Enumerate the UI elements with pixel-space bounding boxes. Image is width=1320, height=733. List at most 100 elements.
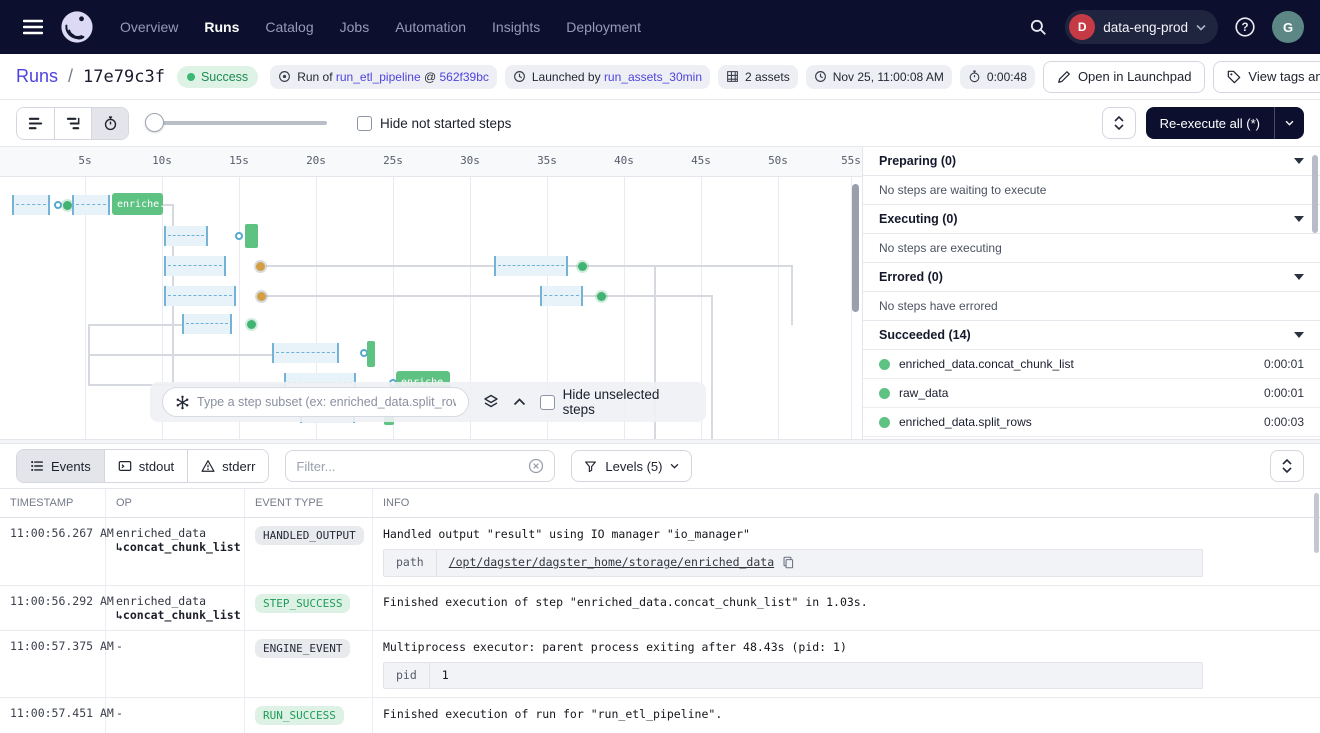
step-success-dot-icon xyxy=(879,359,890,370)
gantt-step-bar[interactable] xyxy=(367,341,375,367)
metadata-value-link[interactable]: /opt/dagster/dagster_home/storage/enrich… xyxy=(449,554,774,571)
hide-not-started-checkbox[interactable] xyxy=(357,116,372,131)
gantt-start-marker[interactable] xyxy=(54,201,62,209)
reexecute-caret-button[interactable] xyxy=(1274,107,1304,139)
gantt-waiting-box[interactable] xyxy=(164,256,226,276)
stderr-icon xyxy=(201,459,215,473)
hamburger-menu-icon[interactable] xyxy=(16,10,50,44)
tab-stdout[interactable]: stdout xyxy=(104,450,187,482)
nav-item-jobs[interactable]: Jobs xyxy=(340,19,370,35)
tag-link[interactable]: 562f39bc xyxy=(439,70,488,84)
tab-stderr[interactable]: stderr xyxy=(187,450,268,482)
steps-panel-scrollbar[interactable] xyxy=(1312,155,1318,233)
gantt-scrollbar[interactable] xyxy=(852,184,859,312)
gantt-waiting-box[interactable] xyxy=(540,286,583,306)
step-row[interactable]: enriched_data.concat_chunk_list0:00:01 xyxy=(863,350,1320,379)
panel-resize-button[interactable] xyxy=(1102,107,1136,139)
event-row[interactable]: 11:00:57.375 AM-ENGINE_EVENTMultiprocess… xyxy=(0,631,1320,699)
gantt-step-bar-labeled[interactable]: enriche. xyxy=(112,193,163,215)
event-row[interactable]: 11:00:57.451 AM-RUN_SUCCESSFinished exec… xyxy=(0,698,1320,733)
section-collapse-caret-icon[interactable] xyxy=(1294,274,1304,280)
dagster-logo[interactable] xyxy=(60,10,94,44)
step-row[interactable]: enriched_data.process_chunk [1]0:00:01 xyxy=(863,437,1320,439)
breadcrumb-runs-link[interactable]: Runs xyxy=(16,66,58,87)
section-collapse-caret-icon[interactable] xyxy=(1294,216,1304,222)
chevron-down-icon xyxy=(1285,120,1294,126)
gantt-output-marker[interactable] xyxy=(256,262,265,271)
gantt-waiting-box[interactable] xyxy=(494,256,568,276)
hide-unselected-checkbox[interactable] xyxy=(540,395,555,410)
tag-link[interactable]: run_assets_30min xyxy=(604,70,702,84)
nav-item-automation[interactable]: Automation xyxy=(395,19,466,35)
gantt-success-marker[interactable] xyxy=(63,201,72,210)
step-name: enriched_data.concat_chunk_list xyxy=(899,357,1074,371)
nav-item-overview[interactable]: Overview xyxy=(120,19,178,35)
event-type-cell: RUN_SUCCESS xyxy=(245,698,373,733)
step-row[interactable]: enriched_data.split_rows0:00:03 xyxy=(863,408,1320,437)
gantt-step-bar[interactable] xyxy=(245,224,258,248)
gantt-start-marker[interactable] xyxy=(235,232,243,240)
log-panel-resize-button[interactable] xyxy=(1270,450,1304,482)
run-id: 17e79c3f xyxy=(83,67,165,87)
section-collapse-caret-icon[interactable] xyxy=(1294,332,1304,338)
reexecute-all-label[interactable]: Re-execute all (*) xyxy=(1146,107,1274,139)
steps-section-empty: No steps are waiting to execute xyxy=(863,176,1320,205)
steps-section-header[interactable]: Preparing (0) xyxy=(863,147,1320,176)
steps-section-header[interactable]: Executing (0) xyxy=(863,205,1320,234)
steps-section-header[interactable]: Succeeded (14) xyxy=(863,321,1320,350)
layout-timed-icon[interactable] xyxy=(91,108,128,139)
view-tags-config-button[interactable]: View tags and config xyxy=(1213,61,1320,93)
copy-icon[interactable] xyxy=(782,556,795,569)
event-type-badge: RUN_SUCCESS xyxy=(255,706,344,725)
tag-link[interactable]: run_etl_pipeline xyxy=(336,70,421,84)
nav-item-insights[interactable]: Insights xyxy=(492,19,540,35)
clear-filter-icon[interactable] xyxy=(528,458,544,474)
nav-item-runs[interactable]: Runs xyxy=(204,19,239,35)
gantt-waiting-box[interactable] xyxy=(164,286,236,306)
search-icon[interactable] xyxy=(1021,10,1055,44)
event-row[interactable]: 11:00:56.292 AMenriched_data↳concat_chun… xyxy=(0,586,1320,631)
gantt-success-marker[interactable] xyxy=(247,320,256,329)
step-row[interactable]: raw_data0:00:01 xyxy=(863,379,1320,408)
event-timestamp: 11:00:57.375 AM xyxy=(0,631,106,698)
layout-flat-icon[interactable] xyxy=(17,108,54,139)
zoom-slider[interactable] xyxy=(147,121,327,125)
section-collapse-caret-icon[interactable] xyxy=(1294,158,1304,164)
gantt-waiting-box[interactable] xyxy=(12,195,50,215)
event-info: Handled output "result" using IO manager… xyxy=(373,518,1320,585)
zoom-slider-knob[interactable] xyxy=(145,113,164,132)
svg-text:?: ? xyxy=(1241,22,1248,34)
nav-item-deployment[interactable]: Deployment xyxy=(566,19,641,35)
gantt-success-marker[interactable] xyxy=(578,262,587,271)
levels-dropdown[interactable]: Levels (5) xyxy=(571,450,692,482)
gantt-waiting-box[interactable] xyxy=(182,314,232,334)
layers-icon[interactable] xyxy=(483,394,499,410)
step-subset-input[interactable] xyxy=(197,395,456,409)
gantt-waiting-box[interactable] xyxy=(272,343,339,363)
reexecute-all-button[interactable]: Re-execute all (*) xyxy=(1146,107,1304,139)
event-row[interactable]: 11:00:56.267 AMenriched_data↳concat_chun… xyxy=(0,518,1320,586)
event-log-scrollbar[interactable] xyxy=(1314,493,1319,553)
step-name: raw_data xyxy=(899,386,948,400)
step-name: enriched_data.split_rows xyxy=(899,415,1032,429)
gantt-waiting-box[interactable] xyxy=(164,226,208,246)
step-success-dot-icon xyxy=(879,388,890,399)
steps-section-empty: No steps have errored xyxy=(863,292,1320,321)
gantt-waiting-box[interactable] xyxy=(72,195,110,215)
help-icon[interactable]: ? xyxy=(1228,10,1262,44)
user-avatar[interactable]: G xyxy=(1272,11,1304,43)
layout-waterfall-icon[interactable] xyxy=(54,108,91,139)
clock-icon xyxy=(513,70,526,83)
log-filter-input[interactable] xyxy=(296,459,520,474)
caret-up-down-icon xyxy=(1114,116,1124,130)
tab-Events[interactable]: Events xyxy=(17,450,104,482)
steps-section-header[interactable]: Errored (0) xyxy=(863,263,1320,292)
chevron-up-icon[interactable] xyxy=(513,398,526,406)
nav-item-catalog[interactable]: Catalog xyxy=(265,19,313,35)
event-column-header: EVENT TYPE xyxy=(245,489,373,517)
log-filter-wrap xyxy=(285,450,555,482)
gantt-success-marker[interactable] xyxy=(597,292,606,301)
open-in-launchpad-button[interactable]: Open in Launchpad xyxy=(1043,61,1205,93)
workspace-switcher[interactable]: D data-eng-prod xyxy=(1065,10,1218,44)
gantt-output-marker[interactable] xyxy=(257,292,266,301)
